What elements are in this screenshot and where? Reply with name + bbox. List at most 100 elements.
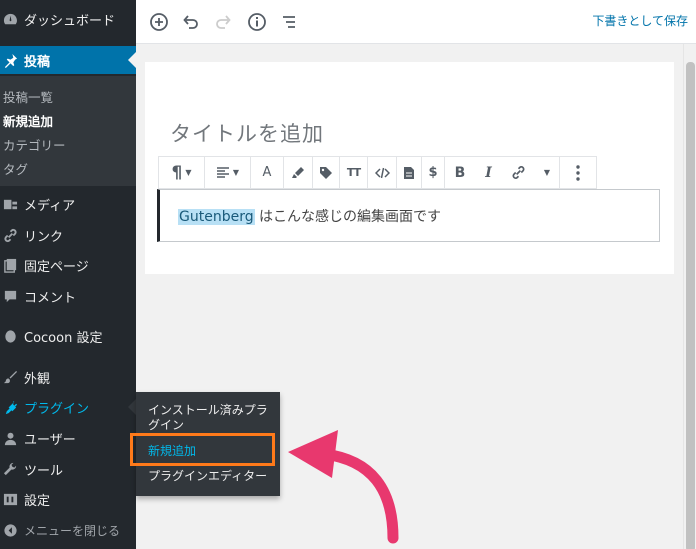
pages-icon bbox=[2, 257, 18, 273]
user-icon bbox=[2, 430, 18, 446]
paragraph-block[interactable]: Gutenberg はこんな感じの編集画面です bbox=[157, 189, 660, 242]
submenu-categories[interactable]: カテゴリー bbox=[3, 135, 66, 154]
plugin-icon bbox=[2, 399, 18, 415]
more-formats-dropdown[interactable]: ▼ bbox=[535, 157, 560, 188]
flyout-plugin-editor[interactable]: プラグインエディター bbox=[148, 469, 267, 484]
menu-plugins-label: プラグイン bbox=[24, 401, 90, 417]
undo-icon bbox=[183, 15, 198, 29]
menu-links[interactable]: リンク bbox=[0, 221, 136, 249]
menu-dashboard[interactable]: ダッシュボード bbox=[0, 5, 136, 33]
list-outline-icon bbox=[283, 16, 295, 28]
menu-collapse-label: メニューを閉じる bbox=[24, 523, 121, 538]
menu-links-label: リンク bbox=[24, 229, 64, 245]
info-icon bbox=[248, 13, 266, 31]
menu-users[interactable]: ユーザー bbox=[0, 424, 136, 452]
shortcode-button[interactable] bbox=[397, 157, 422, 188]
menu-cocoon-settings[interactable]: Cocoon 設定 bbox=[0, 322, 136, 350]
cocoon-icon bbox=[2, 328, 18, 344]
curved-arrow-annotation bbox=[288, 430, 399, 544]
menu-tools-label: ツール bbox=[24, 463, 64, 479]
ellipsis-vertical-icon bbox=[576, 164, 580, 181]
post-title-input[interactable]: タイトルを追加 bbox=[170, 118, 324, 148]
paintbrush-icon bbox=[2, 369, 18, 385]
menu-settings-label: 設定 bbox=[24, 493, 51, 509]
paragraph-rest: はこんな感じの編集画面です bbox=[254, 209, 442, 225]
text-size-icon: TT bbox=[346, 166, 361, 179]
menu-settings[interactable]: 設定 bbox=[0, 485, 136, 513]
menu-comments[interactable]: コメント bbox=[0, 282, 136, 310]
pilcrow-icon: ¶ bbox=[171, 162, 183, 183]
scroll-thumb[interactable] bbox=[686, 62, 695, 549]
menu-dashboard-label: ダッシュボード bbox=[24, 13, 116, 29]
plus-circle-icon bbox=[150, 13, 168, 31]
link-icon bbox=[2, 227, 18, 243]
tag-icon bbox=[320, 166, 332, 179]
scrollbar[interactable] bbox=[683, 44, 696, 549]
menu-collapse[interactable]: メニューを閉じる bbox=[0, 516, 136, 544]
bold-icon: B bbox=[454, 164, 466, 181]
settings-icon bbox=[2, 491, 18, 507]
highlighted-word: Gutenberg bbox=[178, 209, 255, 225]
undo-button[interactable] bbox=[177, 8, 205, 36]
wrench-icon bbox=[2, 461, 18, 477]
align-left-icon bbox=[216, 166, 229, 178]
add-block-button[interactable] bbox=[145, 8, 173, 36]
flyout-installed-plugins[interactable]: インストール済みプラ グイン bbox=[148, 403, 268, 433]
save-draft-button[interactable]: 下書きとして保存 bbox=[592, 12, 688, 29]
block-type-switcher[interactable]: ¶ ▼ bbox=[159, 157, 205, 188]
chevron-down-icon: ▼ bbox=[543, 168, 551, 177]
font-size-icon: A bbox=[262, 165, 272, 180]
menu-posts[interactable]: 投稿 bbox=[0, 46, 136, 74]
menu-pages-label: 固定ページ bbox=[24, 259, 89, 275]
highlighter-button[interactable] bbox=[284, 157, 313, 188]
menu-comments-label: コメント bbox=[24, 290, 77, 306]
comment-icon bbox=[2, 288, 18, 304]
menu-users-label: ユーザー bbox=[24, 432, 76, 448]
posts-submenu: 投稿一覧 新規追加 カテゴリー タグ bbox=[0, 76, 136, 186]
redo-button[interactable] bbox=[209, 8, 237, 36]
menu-pages[interactable]: 固定ページ bbox=[0, 251, 136, 279]
info-button[interactable] bbox=[243, 8, 271, 36]
dollar-icon: $ bbox=[428, 165, 438, 180]
menu-posts-label: 投稿 bbox=[24, 54, 51, 70]
menu-appearance-label: 外観 bbox=[24, 371, 51, 387]
dollar-button[interactable]: $ bbox=[422, 157, 445, 188]
outline-button[interactable] bbox=[275, 8, 303, 36]
redo-icon bbox=[216, 15, 231, 29]
menu-plugins[interactable]: プラグイン bbox=[0, 393, 136, 421]
admin-sidebar: ダッシュボード 投稿 投稿一覧 新規追加 カテゴリー タグ メディア リンク 固… bbox=[0, 0, 136, 549]
paragraph-text[interactable]: Gutenberg はこんな感じの編集画面です bbox=[178, 206, 441, 226]
highlighter-icon bbox=[292, 166, 304, 178]
dashboard-icon bbox=[2, 11, 18, 27]
submenu-all-posts[interactable]: 投稿一覧 bbox=[3, 87, 53, 106]
media-icon bbox=[2, 196, 18, 212]
collapse-arrow-icon bbox=[2, 522, 18, 538]
menu-cocoon-label: Cocoon 設定 bbox=[24, 330, 103, 346]
menu-media[interactable]: メディア bbox=[0, 190, 136, 218]
editor-top-toolbar: 下書きとして保存 bbox=[136, 0, 696, 44]
submenu-add-new-post[interactable]: 新規追加 bbox=[3, 111, 53, 130]
flyout-installed-line2: グイン bbox=[148, 418, 185, 432]
text-style-button[interactable]: TT bbox=[340, 157, 368, 188]
chevron-down-icon: ▼ bbox=[232, 168, 240, 177]
more-options-button[interactable] bbox=[560, 157, 596, 188]
link-icon bbox=[512, 166, 525, 179]
link-button[interactable] bbox=[502, 157, 535, 188]
align-button[interactable]: ▼ bbox=[205, 157, 251, 188]
tag-button[interactable] bbox=[313, 157, 340, 188]
menu-media-label: メディア bbox=[24, 198, 76, 214]
inline-code-button[interactable] bbox=[368, 157, 397, 188]
font-size-button[interactable]: A bbox=[251, 157, 284, 188]
italic-icon: I bbox=[485, 164, 492, 181]
file-icon bbox=[404, 166, 414, 179]
italic-button[interactable]: I bbox=[475, 157, 502, 188]
menu-tools[interactable]: ツール bbox=[0, 455, 136, 483]
highlight-box bbox=[130, 433, 275, 466]
bold-button[interactable]: B bbox=[445, 157, 475, 188]
flyout-installed-line1: インストール済みプラ bbox=[148, 403, 268, 417]
pushpin-icon bbox=[2, 52, 18, 68]
block-toolbar: ¶ ▼ ▼ A TT $ B I ▼ bbox=[158, 156, 597, 189]
menu-appearance[interactable]: 外観 bbox=[0, 363, 136, 391]
submenu-tags[interactable]: タグ bbox=[3, 159, 28, 178]
code-icon bbox=[374, 167, 390, 178]
